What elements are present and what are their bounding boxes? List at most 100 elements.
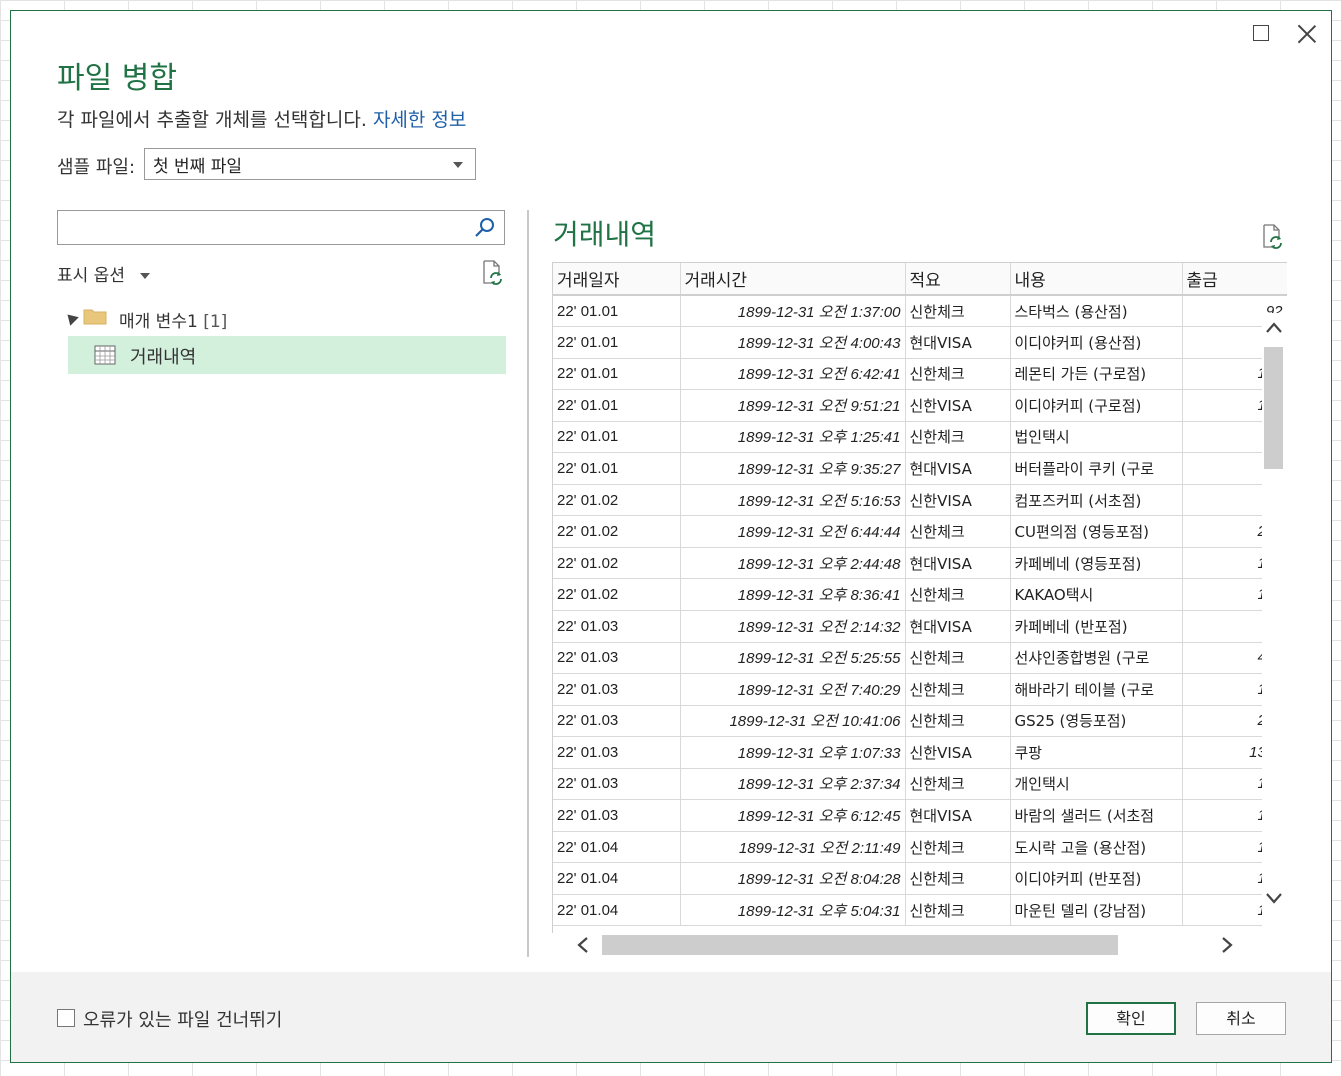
table-row: 22' 01.04 1899-12-31 오전 2:11:49 신한체크 도시락 고을… (553, 831, 1287, 864)
cell-time: 1899-12-31 오후 2:37:34 (680, 768, 906, 801)
cell-time: 1899-12-31 오후 6:12:45 (680, 799, 906, 832)
tree-node-parameter[interactable]: 매개 변수1 [1] (119, 307, 227, 332)
cell-time: 1899-12-31 오전 2:14:32 (680, 610, 906, 643)
skip-errors-label[interactable]: 오류가 있는 파일 건너뛰기 (83, 1006, 282, 1032)
cell-date: 22' 01.02 (553, 515, 681, 548)
tree-item-transactions[interactable]: 거래내역 (68, 336, 506, 374)
cell-content: 컴포즈커피 (서초점) (1010, 484, 1183, 517)
refresh-icon[interactable] (479, 259, 505, 285)
view-options-label: 표시 옵션 (57, 266, 125, 286)
table-row: 22' 01.01 1899-12-31 오전 9:51:21 신한VISA 이디야커… (553, 389, 1287, 422)
chevron-down-icon[interactable] (1265, 889, 1283, 907)
panel-divider[interactable] (527, 210, 529, 957)
learn-more-link[interactable]: 자세한 정보 (373, 109, 466, 131)
cell-date: 22' 01.02 (553, 484, 681, 517)
tree-collapse-icon[interactable] (63, 310, 79, 326)
dialog-footer: 오류가 있는 파일 건너뛰기 확인 취소 (11, 972, 1331, 1062)
cell-date: 22' 01.04 (553, 894, 681, 927)
cell-summary: 신한체크 (905, 831, 1011, 864)
view-options-menu[interactable]: 표시 옵션 (57, 261, 151, 286)
cell-content: 선샤인종합병원 (구로 (1010, 642, 1183, 675)
vertical-scroll-thumb[interactable] (1264, 347, 1283, 469)
cell-time: 1899-12-31 오전 10:41:06 (680, 705, 906, 738)
cancel-button[interactable]: 취소 (1196, 1002, 1286, 1035)
table-row: 22' 01.02 1899-12-31 오전 6:44:44 신한체크 CU편의점 … (553, 515, 1287, 548)
preview-title: 거래내역 (553, 218, 657, 251)
cell-time: 1899-12-31 오전 2:11:49 (680, 831, 906, 864)
sample-file-value: 첫 번째 파일 (153, 157, 243, 177)
subtitle-text: 각 파일에서 추출할 개체를 선택합니다. (57, 109, 367, 131)
table-row: 22' 01.02 1899-12-31 오후 8:36:41 신한체크 KAKAO택… (553, 578, 1287, 611)
table-row: 22' 01.03 1899-12-31 오전 7:40:29 신한체크 해바라기 테… (553, 673, 1287, 706)
cell-summary: 신한체크 (905, 515, 1011, 548)
tree-item-label: 거래내역 (130, 347, 197, 368)
horizontal-scrollbar[interactable] (552, 933, 1262, 957)
cell-date: 22' 01.03 (553, 705, 681, 738)
maximize-icon[interactable] (1251, 23, 1271, 43)
cell-date: 22' 01.02 (553, 578, 681, 611)
horizontal-scroll-thumb[interactable] (602, 935, 1118, 955)
cell-date: 22' 01.04 (553, 831, 681, 864)
cell-content: 개인택시 (1010, 768, 1183, 801)
table-row: 22' 01.02 1899-12-31 오후 2:44:48 현대VISA 카페베네… (553, 547, 1287, 580)
cell-content: GS25 (영등포점) (1010, 705, 1183, 738)
cell-time: 1899-12-31 오전 6:42:41 (680, 358, 906, 391)
cell-time: 1899-12-31 오후 2:44:48 (680, 547, 906, 580)
table-row: 22' 01.01 1899-12-31 오후 9:35:27 현대VISA 버터플라… (553, 452, 1287, 485)
column-header[interactable]: 적요 (905, 263, 1011, 296)
table-header-row: 거래일자 거래시간 적요 내용 출금 (553, 263, 1287, 296)
table-row: 22' 01.031899-12-31 오후 2:37:34신한체크개인택시13… (553, 768, 1287, 801)
cell-date: 22' 01.03 (553, 799, 681, 832)
ok-button[interactable]: 확인 (1086, 1002, 1176, 1035)
cell-time: 1899-12-31 오후 8:36:41 (680, 578, 906, 611)
cell-date: 22' 01.03 (553, 673, 681, 706)
sample-file-dropdown[interactable]: 첫 번째 파일 (144, 148, 476, 180)
close-icon[interactable] (1297, 23, 1317, 43)
cell-content: 이디야커피 (반포점) (1010, 862, 1183, 895)
cell-summary: 신한체크 (905, 894, 1011, 927)
column-header[interactable]: 거래시간 (680, 263, 906, 296)
cell-content: 카페베네 (영등포점) (1010, 547, 1183, 580)
table-icon (94, 345, 116, 365)
chevron-down-icon (453, 162, 463, 168)
vertical-scrollbar[interactable] (1262, 313, 1287, 933)
search-input[interactable] (57, 210, 505, 245)
table-row: 22' 01.011899-12-31 오후 1:25:41신한체크법인택시56 (553, 421, 1287, 454)
cell-time: 1899-12-31 오전 8:04:28 (680, 862, 906, 895)
cell-summary: 신한VISA (905, 389, 1011, 422)
cell-summary: 신한체크 (905, 862, 1011, 895)
refresh-icon[interactable] (1259, 223, 1285, 249)
folder-icon (83, 309, 107, 325)
chevron-up-icon[interactable] (1265, 319, 1283, 337)
cell-content: 이디야커피 (구로점) (1010, 389, 1183, 422)
table-row: 22' 01.02 1899-12-31 오전 5:16:53 신한VISA 컴포즈커… (553, 484, 1287, 517)
cell-content: 법인택시 (1010, 421, 1183, 454)
cell-date: 22' 01.01 (553, 326, 681, 359)
cell-summary: 신한체크 (905, 421, 1011, 454)
cell-time: 1899-12-31 오전 6:44:44 (680, 515, 906, 548)
chevron-left-icon[interactable] (574, 936, 592, 954)
chevron-right-icon[interactable] (1218, 936, 1236, 954)
cell-date: 22' 01.01 (553, 389, 681, 422)
cell-date: 22' 01.01 (553, 452, 681, 485)
cell-summary: 신한체크 (905, 705, 1011, 738)
cell-content: KAKAO택시 (1010, 578, 1183, 611)
cell-time: 1899-12-31 오후 1:25:41 (680, 421, 906, 454)
cell-date: 22' 01.03 (553, 610, 681, 643)
column-header[interactable]: 출금 (1182, 263, 1287, 296)
parameter-label: 매개 변수1 (119, 312, 198, 332)
table-row: 22' 01.03 1899-12-31 오후 6:12:45 현대VISA 바람의 … (553, 799, 1287, 832)
cell-date: 22' 01.04 (553, 862, 681, 895)
column-header[interactable]: 내용 (1010, 263, 1183, 296)
cell-time: 1899-12-31 오전 1:37:00 (680, 295, 906, 328)
cell-summary: 신한체크 (905, 768, 1011, 801)
cell-content: 도시락 고을 (용산점) (1010, 831, 1183, 864)
cell-content: CU편의점 (영등포점) (1010, 515, 1183, 548)
search-icon[interactable] (474, 217, 496, 239)
cell-date: 22' 01.01 (553, 358, 681, 391)
skip-errors-checkbox[interactable] (57, 1009, 75, 1027)
cell-date: 22' 01.01 (553, 421, 681, 454)
cell-time: 1899-12-31 오전 7:40:29 (680, 673, 906, 706)
column-header[interactable]: 거래일자 (553, 263, 681, 296)
cell-summary: 현대VISA (905, 547, 1011, 580)
